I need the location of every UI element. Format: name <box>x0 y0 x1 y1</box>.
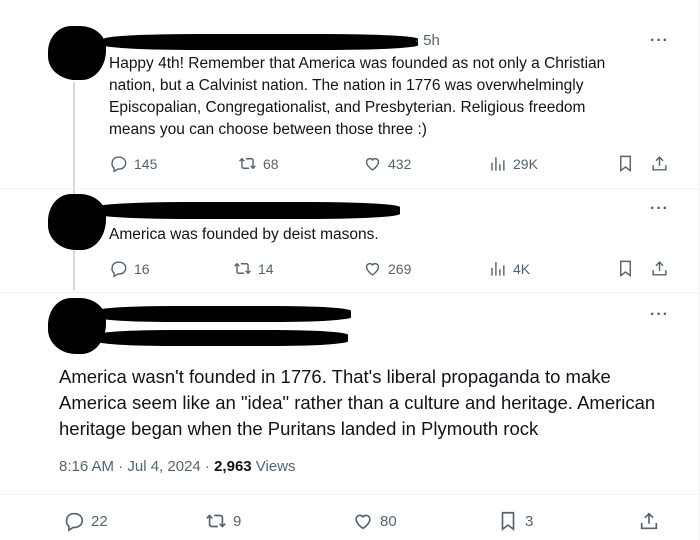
bookmark-icon <box>501 511 515 531</box>
share-button[interactable] <box>650 259 669 278</box>
views-button[interactable]: 4K <box>488 259 530 278</box>
reply-count: 22 <box>91 512 108 530</box>
view-count: 2,963 <box>214 458 252 475</box>
views-button[interactable]: 29K <box>488 154 538 173</box>
reply-button[interactable]: 22 <box>63 510 108 532</box>
reply-icon <box>111 261 127 278</box>
tweet-text: America wasn't founded in 1776. That's l… <box>59 366 656 439</box>
thread-line <box>73 250 75 290</box>
avatar-redacted[interactable] <box>48 194 106 250</box>
repost-icon <box>239 157 256 170</box>
reply-icon <box>111 156 127 173</box>
reply-button[interactable]: 145 <box>109 154 157 173</box>
bookmark-button[interactable] <box>616 154 635 173</box>
like-icon <box>365 157 380 171</box>
share-icon <box>652 156 667 171</box>
repost-button[interactable]: 68 <box>238 154 279 173</box>
like-icon <box>355 514 371 530</box>
like-button[interactable]: 432 <box>363 154 411 173</box>
bookmark-icon <box>620 155 631 173</box>
avatar-redacted[interactable] <box>48 26 106 80</box>
thread-line <box>73 82 75 200</box>
author-name-redacted[interactable] <box>96 202 400 219</box>
tweet-time[interactable]: · 5h <box>414 32 440 49</box>
repost-icon <box>234 262 251 275</box>
views-icon <box>491 157 505 171</box>
tweet-text: America was founded by deist masons. <box>109 226 379 243</box>
repost-icon <box>206 514 226 528</box>
like-button[interactable]: 80 <box>352 510 397 532</box>
tweet-divider <box>0 188 700 189</box>
reply-count: 145 <box>134 155 158 172</box>
share-button[interactable] <box>638 510 660 532</box>
views-count: 4K <box>513 260 531 277</box>
more-options-button[interactable]: ··· <box>650 32 669 50</box>
share-icon <box>652 261 667 276</box>
reply-button[interactable]: 16 <box>109 259 150 278</box>
tweet-meta: 8:16 AM · Jul 4, 2024 · 2,963 Views <box>59 458 296 475</box>
like-icon <box>365 262 380 276</box>
more-options-button[interactable]: ··· <box>650 200 669 218</box>
like-count: 432 <box>388 155 412 172</box>
views-icon <box>491 262 505 276</box>
share-button[interactable] <box>650 154 669 173</box>
avatar-redacted[interactable] <box>48 298 106 354</box>
author-name-redacted[interactable] <box>96 306 351 322</box>
repost-button[interactable]: 14 <box>233 259 274 278</box>
more-options-button[interactable]: ··· <box>650 306 669 324</box>
meta-divider <box>0 494 700 495</box>
tweet-timestamp[interactable]: 8:16 AM · Jul 4, 2024 · <box>59 458 214 475</box>
author-name-redacted[interactable] <box>104 34 418 50</box>
bookmark-count: 3 <box>525 512 534 530</box>
repost-count: 9 <box>233 512 242 530</box>
tweet-divider <box>0 292 700 293</box>
share-icon <box>640 512 658 530</box>
author-handle-redacted[interactable] <box>96 330 348 346</box>
bookmark-icon <box>620 260 631 278</box>
repost-button[interactable]: 9 <box>205 510 241 532</box>
reply-icon <box>65 512 84 532</box>
like-count: 80 <box>380 512 397 530</box>
repost-count: 68 <box>263 155 279 172</box>
repost-count: 14 <box>258 260 274 277</box>
bookmark-button[interactable] <box>616 259 635 278</box>
like-count: 269 <box>388 260 412 277</box>
views-label: Views <box>251 458 296 475</box>
bookmark-button[interactable]: 3 <box>497 510 533 532</box>
views-count: 29K <box>513 155 538 172</box>
reply-count: 16 <box>134 260 150 277</box>
like-button[interactable]: 269 <box>363 259 411 278</box>
tweet-text: Happy 4th! Remember that America was fou… <box>109 55 606 138</box>
